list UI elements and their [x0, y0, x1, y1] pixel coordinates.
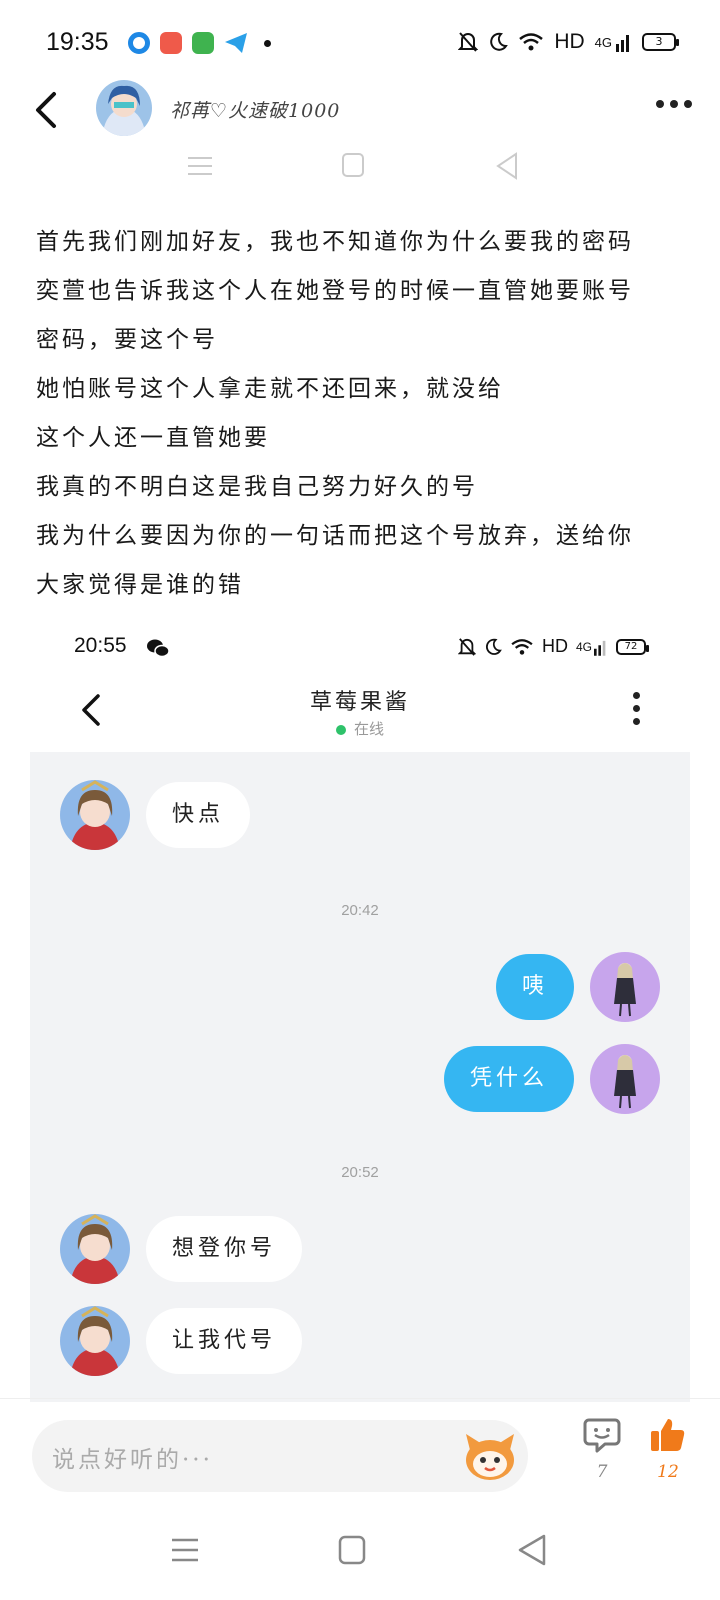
post-line: 密码，要这个号 [36, 327, 218, 353]
message-bubble: 快点 [146, 782, 251, 848]
contact-avatar[interactable] [60, 1306, 130, 1376]
comment-icon [583, 1418, 621, 1453]
status-right: HD 4G 3 [458, 30, 679, 54]
message-bubble: 咦 [495, 954, 574, 1020]
more-horizontal-icon[interactable] [656, 100, 692, 108]
thumbs-up-icon [651, 1419, 685, 1451]
emoji-button[interactable] [460, 1426, 520, 1486]
comment-button[interactable]: 7 [574, 1416, 630, 1482]
browser-icon [128, 32, 150, 54]
post-line: 她怕账号这个人拿走就不还回来，就没给 [36, 376, 504, 402]
chat-message-outgoing: 咦 [495, 952, 660, 1022]
chat-message-incoming: 让我代号 [60, 1306, 303, 1376]
user-avatar[interactable] [590, 1044, 660, 1114]
comment-placeholder: 说点好听的··· [52, 1447, 213, 1473]
battery-icon: 72 [616, 638, 649, 655]
online-dot-icon [335, 725, 346, 735]
signal-type: 4G [594, 34, 612, 50]
chat-message-incoming: 想登你号 [60, 1214, 303, 1284]
chat-area: 快点 20:42 咦 凭什么 20:52 想登你号 让我代号 [30, 752, 690, 1402]
divider [0, 1398, 720, 1399]
more-notifications-dot [264, 39, 271, 47]
post-line: 首先我们刚加好友，我也不知道你为什么要我的密码 [36, 229, 634, 255]
message-bubble: 想登你号 [146, 1216, 303, 1282]
signal-type: 4G [575, 639, 592, 654]
chat-title: 草莓果酱 [309, 690, 410, 715]
back-triangle-icon[interactable] [518, 1534, 546, 1566]
comment-input[interactable]: 说点好听的··· [32, 1420, 528, 1492]
wifi-icon [519, 33, 544, 51]
more-vertical-icon[interactable] [633, 692, 640, 725]
online-status: 在线 [30, 718, 690, 739]
message-timestamp: 20:52 [341, 1164, 379, 1181]
telegram-icon [224, 32, 247, 54]
mute-icon [457, 637, 476, 656]
screenshot-status-bar: 20:55 HD 4G 72 [30, 620, 690, 670]
system-nav-bar [0, 1524, 720, 1584]
like-count: 12 [657, 1462, 679, 1482]
signal-icon [616, 35, 629, 52]
post-line: 奕萱也告诉我这个人在她登号的时候一直管她要账号 [36, 278, 634, 304]
status-time: 19:35 [46, 28, 109, 56]
music-icon [160, 32, 182, 54]
ghost-nav-row [0, 150, 720, 184]
comment-count: 7 [596, 1462, 608, 1482]
chat-message-incoming: 快点 [60, 780, 251, 850]
message-bubble: 让我代号 [146, 1308, 303, 1374]
battery-icon: 3 [642, 33, 679, 51]
post-header: 祁苒♡火速破1000 [0, 74, 720, 144]
chat-message-outgoing: 凭什么 [443, 1044, 660, 1114]
menu-icon[interactable] [172, 1538, 198, 1562]
screenshot-time: 20:55 [74, 634, 127, 657]
user-avatar[interactable] [590, 952, 660, 1022]
contact-avatar[interactable] [60, 780, 130, 850]
screenshot-status-right: HD 4G 72 [457, 636, 649, 657]
message-timestamp: 20:42 [341, 902, 379, 919]
signal-icon [594, 640, 606, 656]
wechat-icon [147, 639, 170, 658]
post-line: 我为什么要因为你的一句话而把这个号放弃，送给你 [36, 523, 634, 549]
post-line: 我真的不明白这是我自己努力好久的号 [36, 474, 478, 500]
notification-icons [128, 32, 271, 54]
author-name[interactable]: 祁苒♡火速破1000 [170, 96, 340, 123]
chat-header: 草莓果酱 在线 [30, 670, 690, 752]
post-body: 首先我们刚加好友，我也不知道你为什么要我的密码 奕萱也告诉我这个人在她登号的时候… [36, 218, 686, 610]
mascot-emoji-icon [466, 1434, 514, 1480]
chevron-left-icon [36, 92, 56, 128]
store-icon [192, 32, 214, 54]
post-line: 大家觉得是谁的错 [36, 572, 244, 598]
message-bubble: 凭什么 [443, 1046, 574, 1112]
author-avatar[interactable] [96, 80, 152, 136]
moon-icon [485, 638, 502, 655]
mute-icon [458, 32, 479, 52]
post-line: 这个人还一直管她要 [36, 425, 270, 451]
network-type: HD [541, 636, 568, 656]
contact-avatar[interactable] [60, 1214, 130, 1284]
network-type: HD [554, 30, 585, 53]
embedded-chat-screenshot[interactable]: 20:55 HD 4G 72 草莓果酱 在线 快点 20:42 咦 凭什么 20… [30, 620, 690, 1402]
moon-icon [490, 32, 509, 51]
wifi-icon [511, 638, 533, 655]
like-button[interactable]: 12 [640, 1416, 696, 1482]
back-button[interactable] [30, 90, 66, 130]
home-icon[interactable] [338, 1535, 366, 1565]
